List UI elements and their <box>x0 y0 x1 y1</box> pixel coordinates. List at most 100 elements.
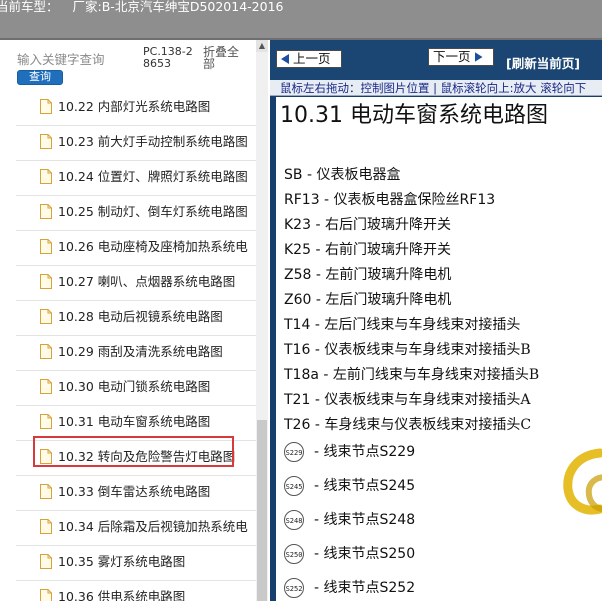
selected-item-highlight <box>33 436 234 467</box>
legend-row: RF13 - 仪表板电器盒保险丝RF13 <box>284 189 602 214</box>
legend-row: T18a - 左前门线束与车身线束对接插头B <box>284 364 602 389</box>
collapse-all-button[interactable]: 折叠全部 <box>203 46 245 70</box>
legend-desc: 左前门玻璃升降电机 <box>325 267 452 283</box>
document-icon <box>40 379 52 394</box>
splice-node-icon: S245 <box>284 476 304 496</box>
toc-scrollbar-thumb[interactable] <box>257 420 267 601</box>
prev-page-label: 上一页 <box>293 51 331 66</box>
legend-desc: 左后门线束与车身线束对接插头 <box>324 317 521 333</box>
search-input[interactable] <box>16 50 136 68</box>
toc-item-label: 10.29 雨刮及清洗系统电路图 <box>58 344 223 359</box>
toc-item[interactable]: 10.33 倒车雷达系统电路图 <box>16 476 256 511</box>
toc-item[interactable]: 10.29 雨刮及清洗系统电路图 <box>16 336 256 371</box>
toc-panel: 查询 PC.138-28653 折叠全部 10.22 内部灯光系统电路图 10.… <box>0 40 268 601</box>
viewer-nav-bar: 上一页 下一页 [刷新当前页] <box>270 40 602 80</box>
toc-item[interactable]: 10.30 电动门锁系统电路图 <box>16 371 256 406</box>
document-icon <box>40 274 52 289</box>
document-icon <box>40 99 52 114</box>
toc-scrollbar[interactable]: ▲ <box>256 40 268 601</box>
splice-text: - 线束节点S248 <box>314 512 416 528</box>
legend-desc: 仪表板线束与车身线束对接插头A <box>324 392 531 408</box>
component-legend: SB - 仪表板电器盒 RF13 - 仪表板电器盒保险丝RF13 K23 - 右… <box>284 164 602 439</box>
toc-item-label: 10.26 电动座椅及座椅加热系统电 <box>58 239 248 254</box>
top-header: 当前车型： 厂家:B-北京汽车绅宝D502014-2016 <box>0 0 602 40</box>
search-button[interactable]: 查询 <box>17 70 63 85</box>
toc-item-label: 10.23 前大灯手动控制系统电路图 <box>58 134 248 149</box>
refresh-page-button[interactable]: [刷新当前页] <box>506 53 580 71</box>
document-icon <box>40 589 52 601</box>
legend-desc: 仪表板电器盒保险丝RF13 <box>333 192 496 208</box>
legend-row: Z58 - 左前门玻璃升降电机 <box>284 264 602 289</box>
legend-code: Z58 - <box>284 267 321 283</box>
toc-item-label: 10.28 电动后视镜系统电路图 <box>58 309 223 324</box>
splice-row: S250 - 线束节点S250 <box>284 537 602 571</box>
toc-item[interactable]: 10.24 位置灯、牌照灯系统电路图 <box>16 161 256 196</box>
toc-item-label: 10.27 喇叭、点烟器系统电路图 <box>58 274 236 289</box>
splice-text: - 线束节点S229 <box>314 444 416 460</box>
legend-code: T18a - <box>284 367 329 383</box>
diagram-viewer: 上一页 下一页 [刷新当前页] 鼠标左右拖动：控制图片位置 | 鼠标滚轮向上:放… <box>270 40 602 601</box>
toc-item[interactable]: 10.22 内部灯光系统电路图 <box>16 91 256 126</box>
legend-desc: 右后门玻璃升降开关 <box>324 217 451 233</box>
toc-item[interactable]: 10.26 电动座椅及座椅加热系统电 <box>16 231 256 266</box>
splice-text: - 线束节点S250 <box>314 546 416 562</box>
legend-code: T26 - <box>284 417 320 433</box>
toc-item-label: 10.31 电动车窗系统电路图 <box>58 414 211 429</box>
prev-page-button[interactable]: 上一页 <box>276 50 342 68</box>
toc-item-label: 10.22 内部灯光系统电路图 <box>58 99 211 114</box>
toc-item[interactable]: 10.23 前大灯手动控制系统电路图 <box>16 126 256 161</box>
pc-code: PC.138-28653 <box>143 45 193 70</box>
legend-code: K25 - <box>284 242 321 258</box>
splice-row: S252 - 线束节点S252 <box>284 571 602 601</box>
toc-item-label: 10.36 供电系统电路图 <box>58 589 186 601</box>
legend-desc: 仪表板电器盒 <box>316 167 401 183</box>
toc-item[interactable]: 10.27 喇叭、点烟器系统电路图 <box>16 266 256 301</box>
legend-row: K23 - 右后门玻璃升降开关 <box>284 214 602 239</box>
arrow-right-icon <box>474 52 483 62</box>
legend-code: Z60 - <box>284 292 321 308</box>
splice-node-icon: S252 <box>284 578 304 598</box>
legend-row: SB - 仪表板电器盒 <box>284 164 602 189</box>
toc-item-label: 10.34 后除霜及后视镜加热系统电 <box>58 519 248 534</box>
splice-node-icon: S250 <box>284 544 304 564</box>
document-icon <box>40 309 52 324</box>
next-page-button[interactable]: 下一页 <box>428 48 494 66</box>
document-icon <box>40 554 52 569</box>
document-icon <box>40 484 52 499</box>
toc-item[interactable]: 10.35 雾灯系统电路图 <box>16 546 256 581</box>
legend-desc: 左后门玻璃升降电机 <box>325 292 452 308</box>
watermark-logo-icon <box>563 448 602 515</box>
document-icon <box>40 519 52 534</box>
toc-item-label: 10.30 电动门锁系统电路图 <box>58 379 211 394</box>
toc-item-label: 10.25 制动灯、倒车灯系统电路图 <box>58 204 248 219</box>
toc-item[interactable]: 10.28 电动后视镜系统电路图 <box>16 301 256 336</box>
toc-item[interactable]: 10.34 后除霜及后视镜加热系统电 <box>16 511 256 546</box>
next-page-label: 下一页 <box>433 49 471 64</box>
search-area: 查询 PC.138-28653 折叠全部 <box>16 46 256 86</box>
toc-item-label: 10.33 倒车雷达系统电路图 <box>58 484 211 499</box>
legend-desc: 仪表板线束与车身线束对接插头B <box>324 342 531 358</box>
toc-item[interactable]: 10.25 制动灯、倒车灯系统电路图 <box>16 196 256 231</box>
document-icon <box>40 134 52 149</box>
splice-text: - 线束节点S252 <box>314 580 416 596</box>
legend-row: T21 - 仪表板线束与车身线束对接插头A <box>284 389 602 414</box>
legend-row: T16 - 仪表板线束与车身线束对接插头B <box>284 339 602 364</box>
toc-item[interactable]: 10.36 供电系统电路图 <box>16 581 256 601</box>
legend-code: K23 - <box>284 217 321 233</box>
document-icon <box>40 344 52 359</box>
document-icon <box>40 239 52 254</box>
diagram-page[interactable]: 10.31 电动车窗系统电路图 SB - 仪表板电器盒 RF13 - 仪表板电器… <box>276 97 602 601</box>
scroll-up-arrow-icon[interactable]: ▲ <box>256 40 268 52</box>
splice-node-icon: S248 <box>284 510 304 530</box>
legend-code: RF13 - <box>284 192 330 208</box>
legend-desc: 左前门线束与车身线束对接插头B <box>332 367 540 383</box>
current-vehicle-name: 厂家:B-北京汽车绅宝D502014-2016 <box>72 0 284 14</box>
legend-row: Z60 - 左后门玻璃升降电机 <box>284 289 602 314</box>
arrow-left-icon <box>281 54 289 64</box>
document-icon <box>40 169 52 184</box>
legend-row: K25 - 右前门玻璃升降开关 <box>284 239 602 264</box>
document-icon <box>40 204 52 219</box>
legend-code: T16 - <box>284 342 320 358</box>
splice-text: - 线束节点S245 <box>314 478 416 494</box>
legend-desc: 右前门玻璃升降开关 <box>324 242 451 258</box>
